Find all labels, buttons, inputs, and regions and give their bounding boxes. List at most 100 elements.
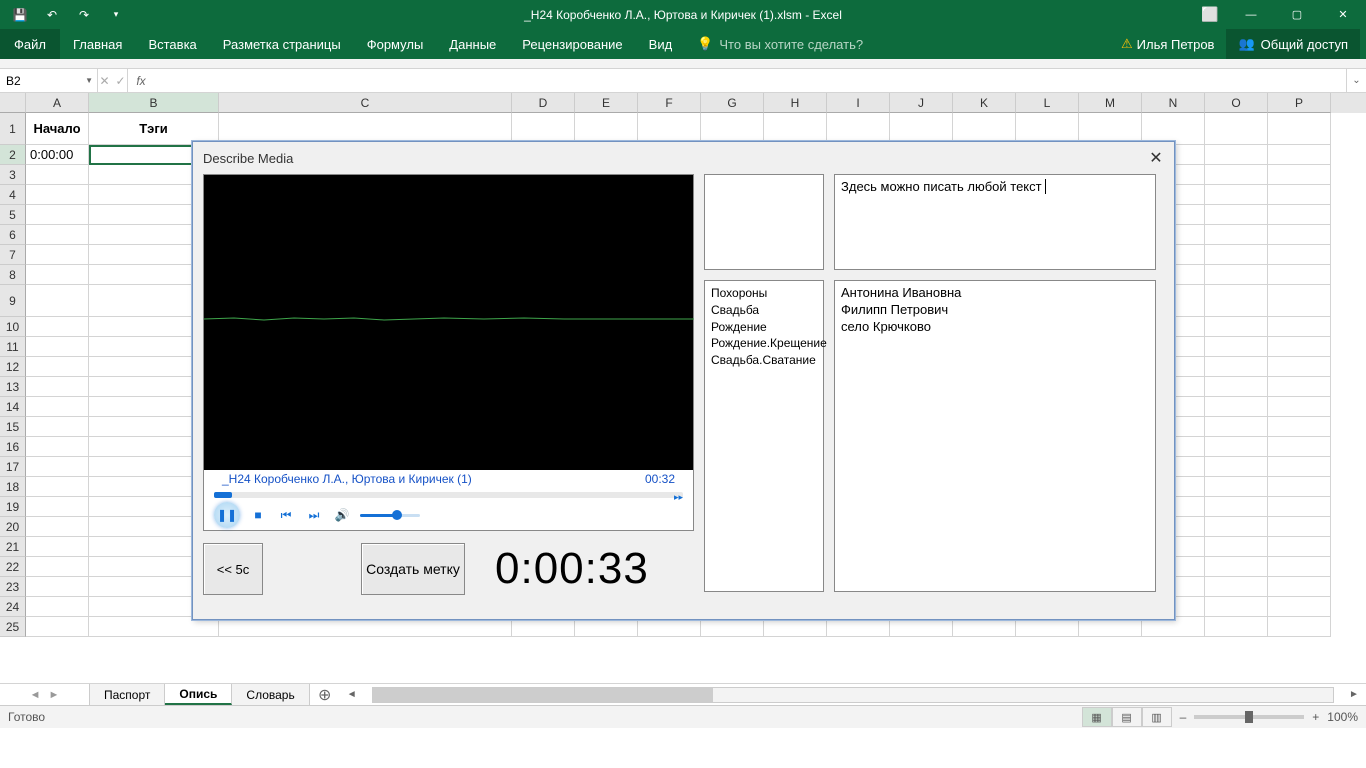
ribbon-options-icon[interactable]: ⬜ <box>1192 0 1228 29</box>
add-sheet-button[interactable]: ⊕ <box>310 684 340 705</box>
sheet-prev-icon[interactable]: ◄ <box>30 689 41 701</box>
cell-O8[interactable] <box>1205 265 1268 285</box>
expand-formula-icon[interactable]: ⌄ <box>1346 69 1366 92</box>
confirm-icon[interactable]: ✓ <box>116 74 126 88</box>
row-header-13[interactable]: 13 <box>0 377 26 397</box>
save-icon[interactable]: 💾 <box>8 3 32 27</box>
cell-P20[interactable] <box>1268 517 1331 537</box>
view-normal-button[interactable]: ▦ <box>1082 707 1112 727</box>
cell-A6[interactable] <box>26 225 89 245</box>
description-textarea[interactable]: Здесь можно писать любой текст <box>834 174 1156 270</box>
minimize-button[interactable]: — <box>1228 0 1274 29</box>
cell-I25[interactable] <box>827 617 890 637</box>
cell-O13[interactable] <box>1205 377 1268 397</box>
chevron-down-icon[interactable]: ▼ <box>85 76 93 85</box>
cell-P3[interactable] <box>1268 165 1331 185</box>
zoom-thumb[interactable] <box>1245 711 1253 723</box>
cell-O16[interactable] <box>1205 437 1268 457</box>
tab-file[interactable]: Файл <box>0 29 60 59</box>
maximize-button[interactable]: ▢ <box>1274 0 1320 29</box>
cell-O7[interactable] <box>1205 245 1268 265</box>
horizontal-scrollbar[interactable] <box>372 687 1334 703</box>
seek-bar[interactable]: ▸▸ <box>214 492 683 498</box>
cell-A14[interactable] <box>26 397 89 417</box>
user-account[interactable]: ⚠ Илья Петров <box>1121 36 1214 52</box>
cell-P18[interactable] <box>1268 477 1331 497</box>
tab-view[interactable]: Вид <box>636 29 686 59</box>
column-header-C[interactable]: C <box>219 93 512 113</box>
cell-P6[interactable] <box>1268 225 1331 245</box>
cell-O22[interactable] <box>1205 557 1268 577</box>
cell-P25[interactable] <box>1268 617 1331 637</box>
cell-O24[interactable] <box>1205 597 1268 617</box>
row-header-20[interactable]: 20 <box>0 517 26 537</box>
cell-O1[interactable] <box>1205 113 1268 145</box>
next-button[interactable]: ⏭ <box>304 505 324 525</box>
column-header-K[interactable]: K <box>953 93 1016 113</box>
cell-P13[interactable] <box>1268 377 1331 397</box>
selected-tags-panel[interactable] <box>704 174 824 270</box>
cell-O18[interactable] <box>1205 477 1268 497</box>
video-area[interactable] <box>204 175 693 470</box>
cell-A7[interactable] <box>26 245 89 265</box>
prev-button[interactable]: ⏮ <box>276 505 296 525</box>
cell-A18[interactable] <box>26 477 89 497</box>
create-mark-button[interactable]: Создать метку <box>361 543 465 595</box>
row-header-15[interactable]: 15 <box>0 417 26 437</box>
select-all-corner[interactable] <box>0 93 26 113</box>
cell-A1[interactable]: Начало <box>26 113 89 145</box>
row-header-19[interactable]: 19 <box>0 497 26 517</box>
row-header-5[interactable]: 5 <box>0 205 26 225</box>
column-header-L[interactable]: L <box>1016 93 1079 113</box>
name-item[interactable]: село Крючково <box>841 319 1149 336</box>
column-header-J[interactable]: J <box>890 93 953 113</box>
cell-A25[interactable] <box>26 617 89 637</box>
tag-item[interactable]: Рождение <box>711 319 817 336</box>
cell-O4[interactable] <box>1205 185 1268 205</box>
cell-P23[interactable] <box>1268 577 1331 597</box>
column-header-G[interactable]: G <box>701 93 764 113</box>
column-header-B[interactable]: B <box>89 93 219 113</box>
view-pagebreak-button[interactable]: ▥ <box>1142 707 1172 727</box>
cell-P12[interactable] <box>1268 357 1331 377</box>
sheet-next-icon[interactable]: ► <box>49 689 60 701</box>
column-header-P[interactable]: P <box>1268 93 1331 113</box>
cell-A3[interactable] <box>26 165 89 185</box>
cell-O9[interactable] <box>1205 285 1268 317</box>
row-header-11[interactable]: 11 <box>0 337 26 357</box>
tab-review[interactable]: Рецензирование <box>509 29 635 59</box>
row-header-10[interactable]: 10 <box>0 317 26 337</box>
column-header-H[interactable]: H <box>764 93 827 113</box>
cell-O3[interactable] <box>1205 165 1268 185</box>
tell-me-search[interactable]: 💡 Что вы хотите сделать? <box>685 29 863 59</box>
cell-A19[interactable] <box>26 497 89 517</box>
cell-P24[interactable] <box>1268 597 1331 617</box>
cell-D25[interactable] <box>512 617 575 637</box>
cell-P5[interactable] <box>1268 205 1331 225</box>
tab-layout[interactable]: Разметка страницы <box>210 29 354 59</box>
cell-P2[interactable] <box>1268 145 1331 165</box>
sheet-tab-opis[interactable]: Опись <box>165 684 232 705</box>
qat-customize-icon[interactable]: ▾ <box>104 3 128 27</box>
sheet-tab-passport[interactable]: Паспорт <box>90 684 165 705</box>
cell-M25[interactable] <box>1079 617 1142 637</box>
tags-list[interactable]: ПохороныСвадьбаРождениеРождение.Крещение… <box>704 280 824 592</box>
zoom-in-button[interactable]: + <box>1312 710 1319 724</box>
view-pagelayout-button[interactable]: ▤ <box>1112 707 1142 727</box>
hscroll-right-icon[interactable]: ► <box>1346 689 1362 700</box>
row-header-4[interactable]: 4 <box>0 185 26 205</box>
cell-O17[interactable] <box>1205 457 1268 477</box>
cell-O19[interactable] <box>1205 497 1268 517</box>
cell-P11[interactable] <box>1268 337 1331 357</box>
cell-P21[interactable] <box>1268 537 1331 557</box>
row-header-1[interactable]: 1 <box>0 113 26 145</box>
tag-item[interactable]: Свадьба.Сватание <box>711 352 817 369</box>
cancel-icon[interactable]: ✕ <box>99 74 109 88</box>
row-header-3[interactable]: 3 <box>0 165 26 185</box>
row-header-18[interactable]: 18 <box>0 477 26 497</box>
stop-button[interactable]: ■ <box>248 505 268 525</box>
column-header-A[interactable]: A <box>26 93 89 113</box>
cell-A15[interactable] <box>26 417 89 437</box>
cell-O10[interactable] <box>1205 317 1268 337</box>
column-header-I[interactable]: I <box>827 93 890 113</box>
